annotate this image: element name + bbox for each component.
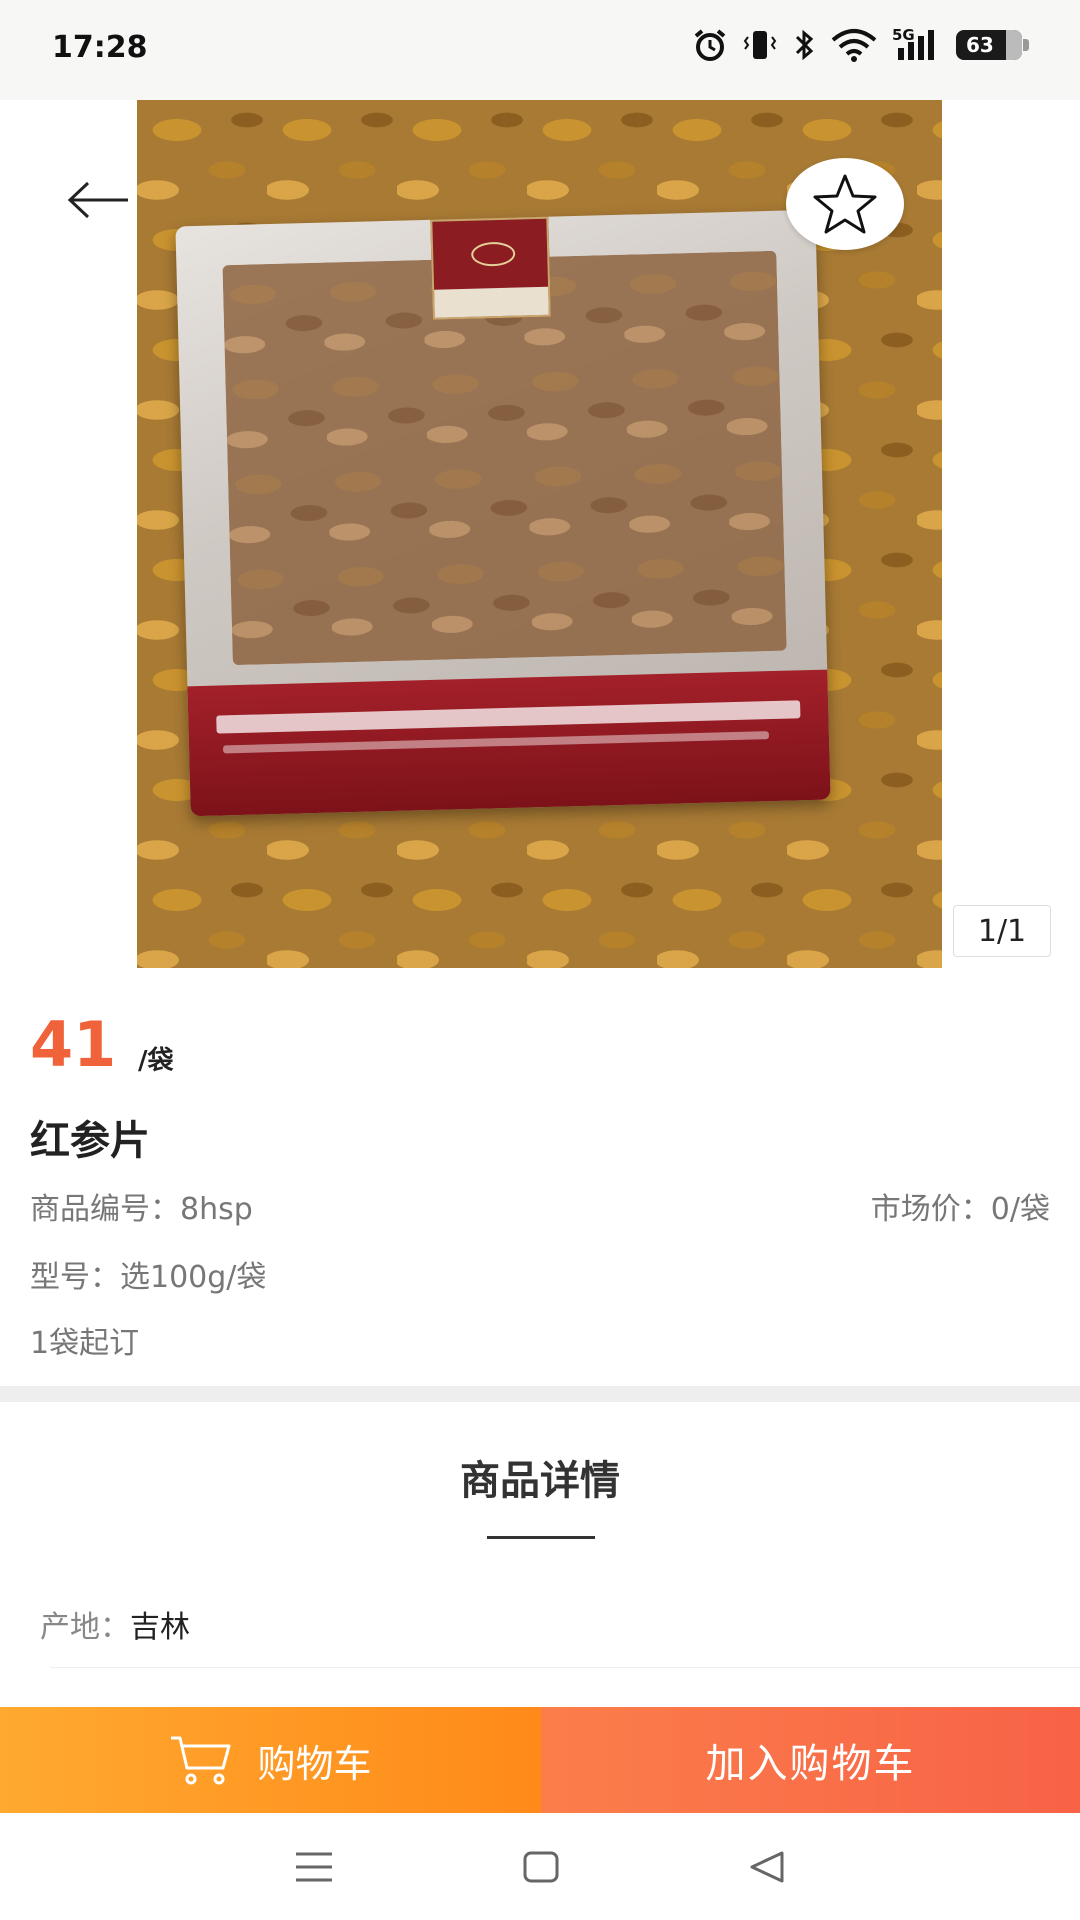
action-bar: 购物车 加入购物车 xyxy=(0,1707,1080,1813)
back-nav-icon[interactable] xyxy=(748,1850,786,1884)
status-time: 17:28 xyxy=(52,30,148,65)
battery-level: 63 xyxy=(966,33,994,57)
back-arrow-icon xyxy=(67,181,128,219)
details-title-underline xyxy=(487,1536,595,1539)
cart-button[interactable]: 购物车 xyxy=(0,1707,541,1813)
alarm-icon xyxy=(694,29,726,61)
status-bar: 17:28 5G 63 xyxy=(0,0,1080,100)
product-gallery[interactable]: 1/1 xyxy=(0,100,1080,968)
market-price: 市场价：0/袋 xyxy=(870,1192,1050,1227)
back-button[interactable] xyxy=(48,160,148,240)
wifi-icon xyxy=(831,29,877,62)
product-info: 41 /袋 红参片 商品编号：8hsp 市场价：0/袋 型号：选100g/袋 1… xyxy=(0,968,1080,1386)
cart-button-label: 购物车 xyxy=(257,1741,372,1786)
system-navigation-bar xyxy=(0,1813,1080,1920)
add-to-cart-button[interactable]: 加入购物车 xyxy=(541,1707,1080,1813)
origin-label: 产地： xyxy=(40,1610,130,1645)
section-divider xyxy=(0,1386,1080,1402)
bluetooth-icon xyxy=(795,29,814,61)
details-title: 商品详情 xyxy=(460,1458,620,1504)
menu-icon[interactable] xyxy=(294,1850,334,1884)
signal-icon: 5G xyxy=(892,26,942,62)
product-bag-illustration xyxy=(175,209,831,817)
star-icon xyxy=(813,174,877,234)
price-unit: /袋 xyxy=(138,1046,174,1076)
status-icons: 5G 63 xyxy=(692,26,1029,62)
product-model: 型号：选100g/袋 xyxy=(30,1260,267,1295)
product-code: 商品编号：8hsp xyxy=(30,1192,253,1227)
origin-value: 吉林 xyxy=(130,1610,190,1645)
row-divider xyxy=(50,1667,1080,1668)
origin-row: 产地：吉林 xyxy=(40,1602,190,1646)
minimum-order: 1袋起订 xyxy=(30,1326,140,1361)
home-icon[interactable] xyxy=(522,1850,560,1884)
favorite-button[interactable] xyxy=(786,158,904,250)
product-name: 红参片 xyxy=(30,1118,150,1164)
bag-label xyxy=(430,216,551,320)
cart-icon xyxy=(171,1736,231,1785)
battery-icon: 63 xyxy=(956,30,1029,60)
bag-brand-band xyxy=(187,669,831,817)
product-price: 41 xyxy=(30,1008,117,1081)
vibrate-icon xyxy=(743,31,777,59)
page-indicator: 1/1 xyxy=(953,905,1051,957)
